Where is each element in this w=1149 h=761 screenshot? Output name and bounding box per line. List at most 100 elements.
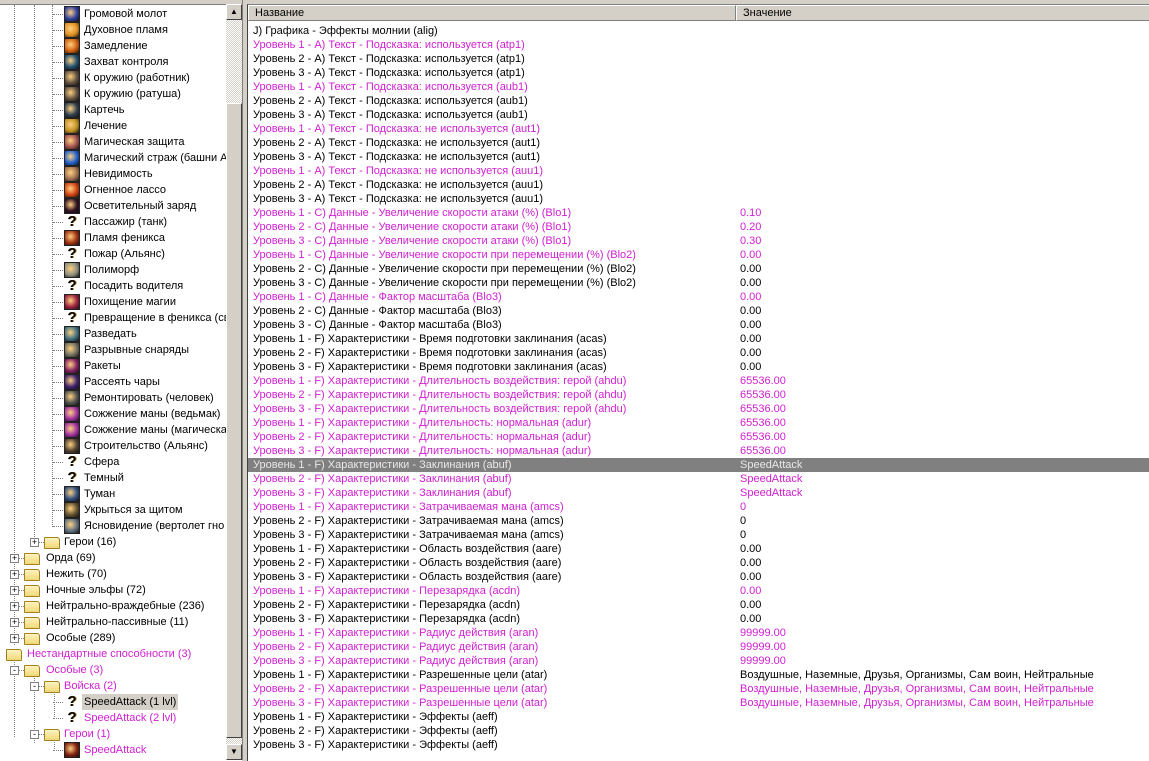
table-row[interactable]: Уровень 1 - C) Данные - Фактор масштаба … — [248, 290, 1149, 304]
table-row[interactable]: Уровень 3 - A) Текст - Подсказка: не исп… — [248, 192, 1149, 206]
table-row[interactable]: Уровень 3 - F) Характеристики - Область … — [248, 570, 1149, 584]
tree-item[interactable]: Укрыться за щитом — [0, 502, 226, 518]
table-row[interactable]: Уровень 3 - F) Характеристики - Длительн… — [248, 444, 1149, 458]
table-row[interactable]: Уровень 3 - F) Характеристики - Перезаря… — [248, 612, 1149, 626]
table-row[interactable]: Уровень 2 - A) Текст - Подсказка: не исп… — [248, 136, 1149, 150]
tree-item[interactable]: Огненное лассо — [0, 182, 226, 198]
tree-item[interactable]: Ремонтировать (человек) — [0, 390, 226, 406]
tree-item[interactable]: Магический страж (башни А — [0, 150, 228, 166]
property-table[interactable]: Название Значение J) Графика - Эффекты м… — [247, 4, 1149, 761]
table-row[interactable]: Уровень 3 - C) Данные - Фактор масштаба … — [248, 318, 1149, 332]
expand-icon[interactable]: + — [10, 554, 19, 563]
tree-item[interactable]: + Особые (289) — [0, 630, 226, 646]
tree-item[interactable]: ? Темный — [0, 470, 226, 486]
tree-item[interactable]: ? SpeedAttack (2 lvl) — [0, 710, 226, 726]
table-row[interactable]: Уровень 1 - F) Характеристики - Затрачив… — [248, 500, 1149, 514]
expand-icon[interactable]: + — [10, 586, 19, 595]
tree-item[interactable]: + Ночные эльфы (72) — [0, 582, 226, 598]
tree-item[interactable]: Похищение магии — [0, 294, 226, 310]
tree-item[interactable]: Сожжение маны (ведьмак) — [0, 406, 226, 422]
tree-item[interactable]: ? Пассажир (танк) — [0, 214, 226, 230]
table-row[interactable]: J) Графика - Эффекты молнии (alig) — [248, 24, 1149, 38]
table-row[interactable]: Уровень 2 - F) Характеристики - Время по… — [248, 346, 1149, 360]
table-row[interactable]: Уровень 2 - F) Характеристики - Радиус д… — [248, 640, 1149, 654]
tree-item[interactable]: Разрывные снаряды — [0, 342, 226, 358]
table-row[interactable]: Уровень 1 - A) Текст - Подсказка: не исп… — [248, 164, 1149, 178]
table-row[interactable]: Уровень 2 - F) Характеристики - Затрачив… — [248, 514, 1149, 528]
table-row[interactable]: Уровень 3 - F) Характеристики - Эффекты … — [248, 738, 1149, 752]
table-row[interactable]: Уровень 1 - A) Текст - Подсказка: исполь… — [248, 38, 1149, 52]
tree-item[interactable]: Сожжение маны (магическа — [0, 422, 227, 438]
expand-icon[interactable]: + — [10, 618, 19, 627]
tree-item[interactable]: Духовное пламя — [0, 22, 226, 38]
tree-item[interactable]: Нестандартные способности (3) — [0, 646, 226, 662]
tree-item[interactable]: + Нежить (70) — [0, 566, 226, 582]
collapse-icon[interactable]: - — [30, 730, 39, 739]
table-row[interactable]: Уровень 1 - A) Текст - Подсказка: не исп… — [248, 122, 1149, 136]
table-row[interactable]: Уровень 1 - F) Характеристики - Время по… — [248, 332, 1149, 346]
table-row[interactable]: Уровень 3 - F) Характеристики - Затрачив… — [248, 528, 1149, 542]
table-row[interactable]: Уровень 3 - F) Характеристики - Заклинан… — [248, 486, 1149, 500]
tree-item[interactable]: ? Пожар (Альянс) — [0, 246, 226, 262]
table-row[interactable]: Уровень 1 - F) Характеристики - Область … — [248, 542, 1149, 556]
tree-item[interactable]: К оружию (ратуша) — [0, 86, 226, 102]
tree-item[interactable]: Туман — [0, 486, 226, 502]
tree-item[interactable]: Полиморф — [0, 262, 226, 278]
tree-item[interactable]: + Герои (16) — [0, 534, 226, 550]
table-row[interactable]: Уровень 2 - C) Данные - Увеличение скоро… — [248, 220, 1149, 234]
table-row[interactable]: Уровень 2 - A) Текст - Подсказка: исполь… — [248, 52, 1149, 66]
tree-item[interactable]: ? SpeedAttack (1 lvl) — [0, 694, 226, 710]
collapse-icon[interactable]: - — [30, 682, 39, 691]
table-row[interactable]: Уровень 2 - A) Текст - Подсказка: исполь… — [248, 94, 1149, 108]
object-tree[interactable]: Громовой молот Духовное пламя Замедление За… — [0, 4, 242, 761]
tree-item[interactable]: - Герои (1) — [0, 726, 226, 742]
tree-item[interactable]: + Нейтрально-враждебные (236) — [0, 598, 226, 614]
tree-item[interactable]: - Особые (3) — [0, 662, 226, 678]
scroll-up-button[interactable]: ▲ — [226, 4, 242, 20]
table-row[interactable]: Уровень 3 - F) Характеристики - Разрешен… — [248, 696, 1149, 710]
tree-item[interactable]: Ракеты — [0, 358, 226, 374]
tree-item[interactable]: Невидимость — [0, 166, 226, 182]
table-row[interactable]: Уровень 2 - F) Характеристики - Заклинан… — [248, 472, 1149, 486]
tree-item[interactable]: Рассеять чары — [0, 374, 226, 390]
table-row[interactable]: Уровень 3 - C) Данные - Увеличение скоро… — [248, 276, 1149, 290]
table-row[interactable]: Уровень 3 - A) Текст - Подсказка: исполь… — [248, 108, 1149, 122]
table-row[interactable]: Уровень 1 - F) Характеристики - Радиус д… — [248, 626, 1149, 640]
table-row[interactable]: Уровень 1 - F) Характеристики - Эффекты … — [248, 710, 1149, 724]
tree-item[interactable]: Картечь — [0, 102, 226, 118]
tree-item[interactable]: Осветительный заряд — [0, 198, 226, 214]
column-header-name[interactable]: Название — [248, 5, 736, 21]
table-row[interactable]: Уровень 3 - F) Характеристики - Длительн… — [248, 402, 1149, 416]
tree-item[interactable]: + Нейтрально-пассивные (11) — [0, 614, 226, 630]
tree-scrollbar[interactable]: ▲ ▼ — [226, 4, 242, 760]
tree-item[interactable]: SpeedAttack — [0, 742, 226, 758]
table-row[interactable]: Уровень 1 - A) Текст - Подсказка: исполь… — [248, 80, 1149, 94]
table-row[interactable]: Уровень 3 - F) Характеристики - Время по… — [248, 360, 1149, 374]
tree-item[interactable]: Ясновидение (вертолет гно — [0, 518, 226, 534]
tree-item[interactable]: ? Превращение в феникса (св — [0, 310, 230, 326]
table-row[interactable]: Уровень 1 - C) Данные - Увеличение скоро… — [248, 206, 1149, 220]
table-row[interactable]: Уровень 1 - F) Характеристики - Заклинан… — [248, 458, 1149, 472]
tree-item[interactable]: ? Сфера — [0, 454, 226, 470]
table-row[interactable]: Уровень 1 - F) Характеристики - Длительн… — [248, 374, 1149, 388]
table-row[interactable]: Уровень 2 - F) Характеристики - Перезаря… — [248, 598, 1149, 612]
expand-icon[interactable]: + — [30, 538, 39, 547]
expand-icon[interactable]: + — [10, 634, 19, 643]
table-row[interactable]: Уровень 1 - C) Данные - Увеличение скоро… — [248, 248, 1149, 262]
tree-item[interactable]: + Орда (69) — [0, 550, 226, 566]
tree-item[interactable]: Замедление — [0, 38, 226, 54]
tree-item[interactable]: Захват контроля — [0, 54, 226, 70]
expand-icon[interactable]: + — [10, 602, 19, 611]
table-row[interactable]: Уровень 2 - C) Данные - Увеличение скоро… — [248, 262, 1149, 276]
table-row[interactable]: Уровень 2 - F) Характеристики - Длительн… — [248, 430, 1149, 444]
tree-item[interactable]: - Войска (2) — [0, 678, 226, 694]
column-header-value[interactable]: Значение — [736, 5, 1149, 21]
tree-item[interactable]: Пламя феникса — [0, 230, 226, 246]
tree-item[interactable]: Громовой молот — [0, 6, 226, 22]
tree-item[interactable]: Разведать — [0, 326, 226, 342]
tree-item[interactable]: К оружию (работник) — [0, 70, 226, 86]
table-row[interactable]: Уровень 2 - F) Характеристики - Эффекты … — [248, 724, 1149, 738]
table-row[interactable]: Уровень 3 - C) Данные - Увеличение скоро… — [248, 234, 1149, 248]
table-row[interactable]: Уровень 2 - F) Характеристики - Разрешен… — [248, 682, 1149, 696]
expand-icon[interactable]: + — [10, 570, 19, 579]
